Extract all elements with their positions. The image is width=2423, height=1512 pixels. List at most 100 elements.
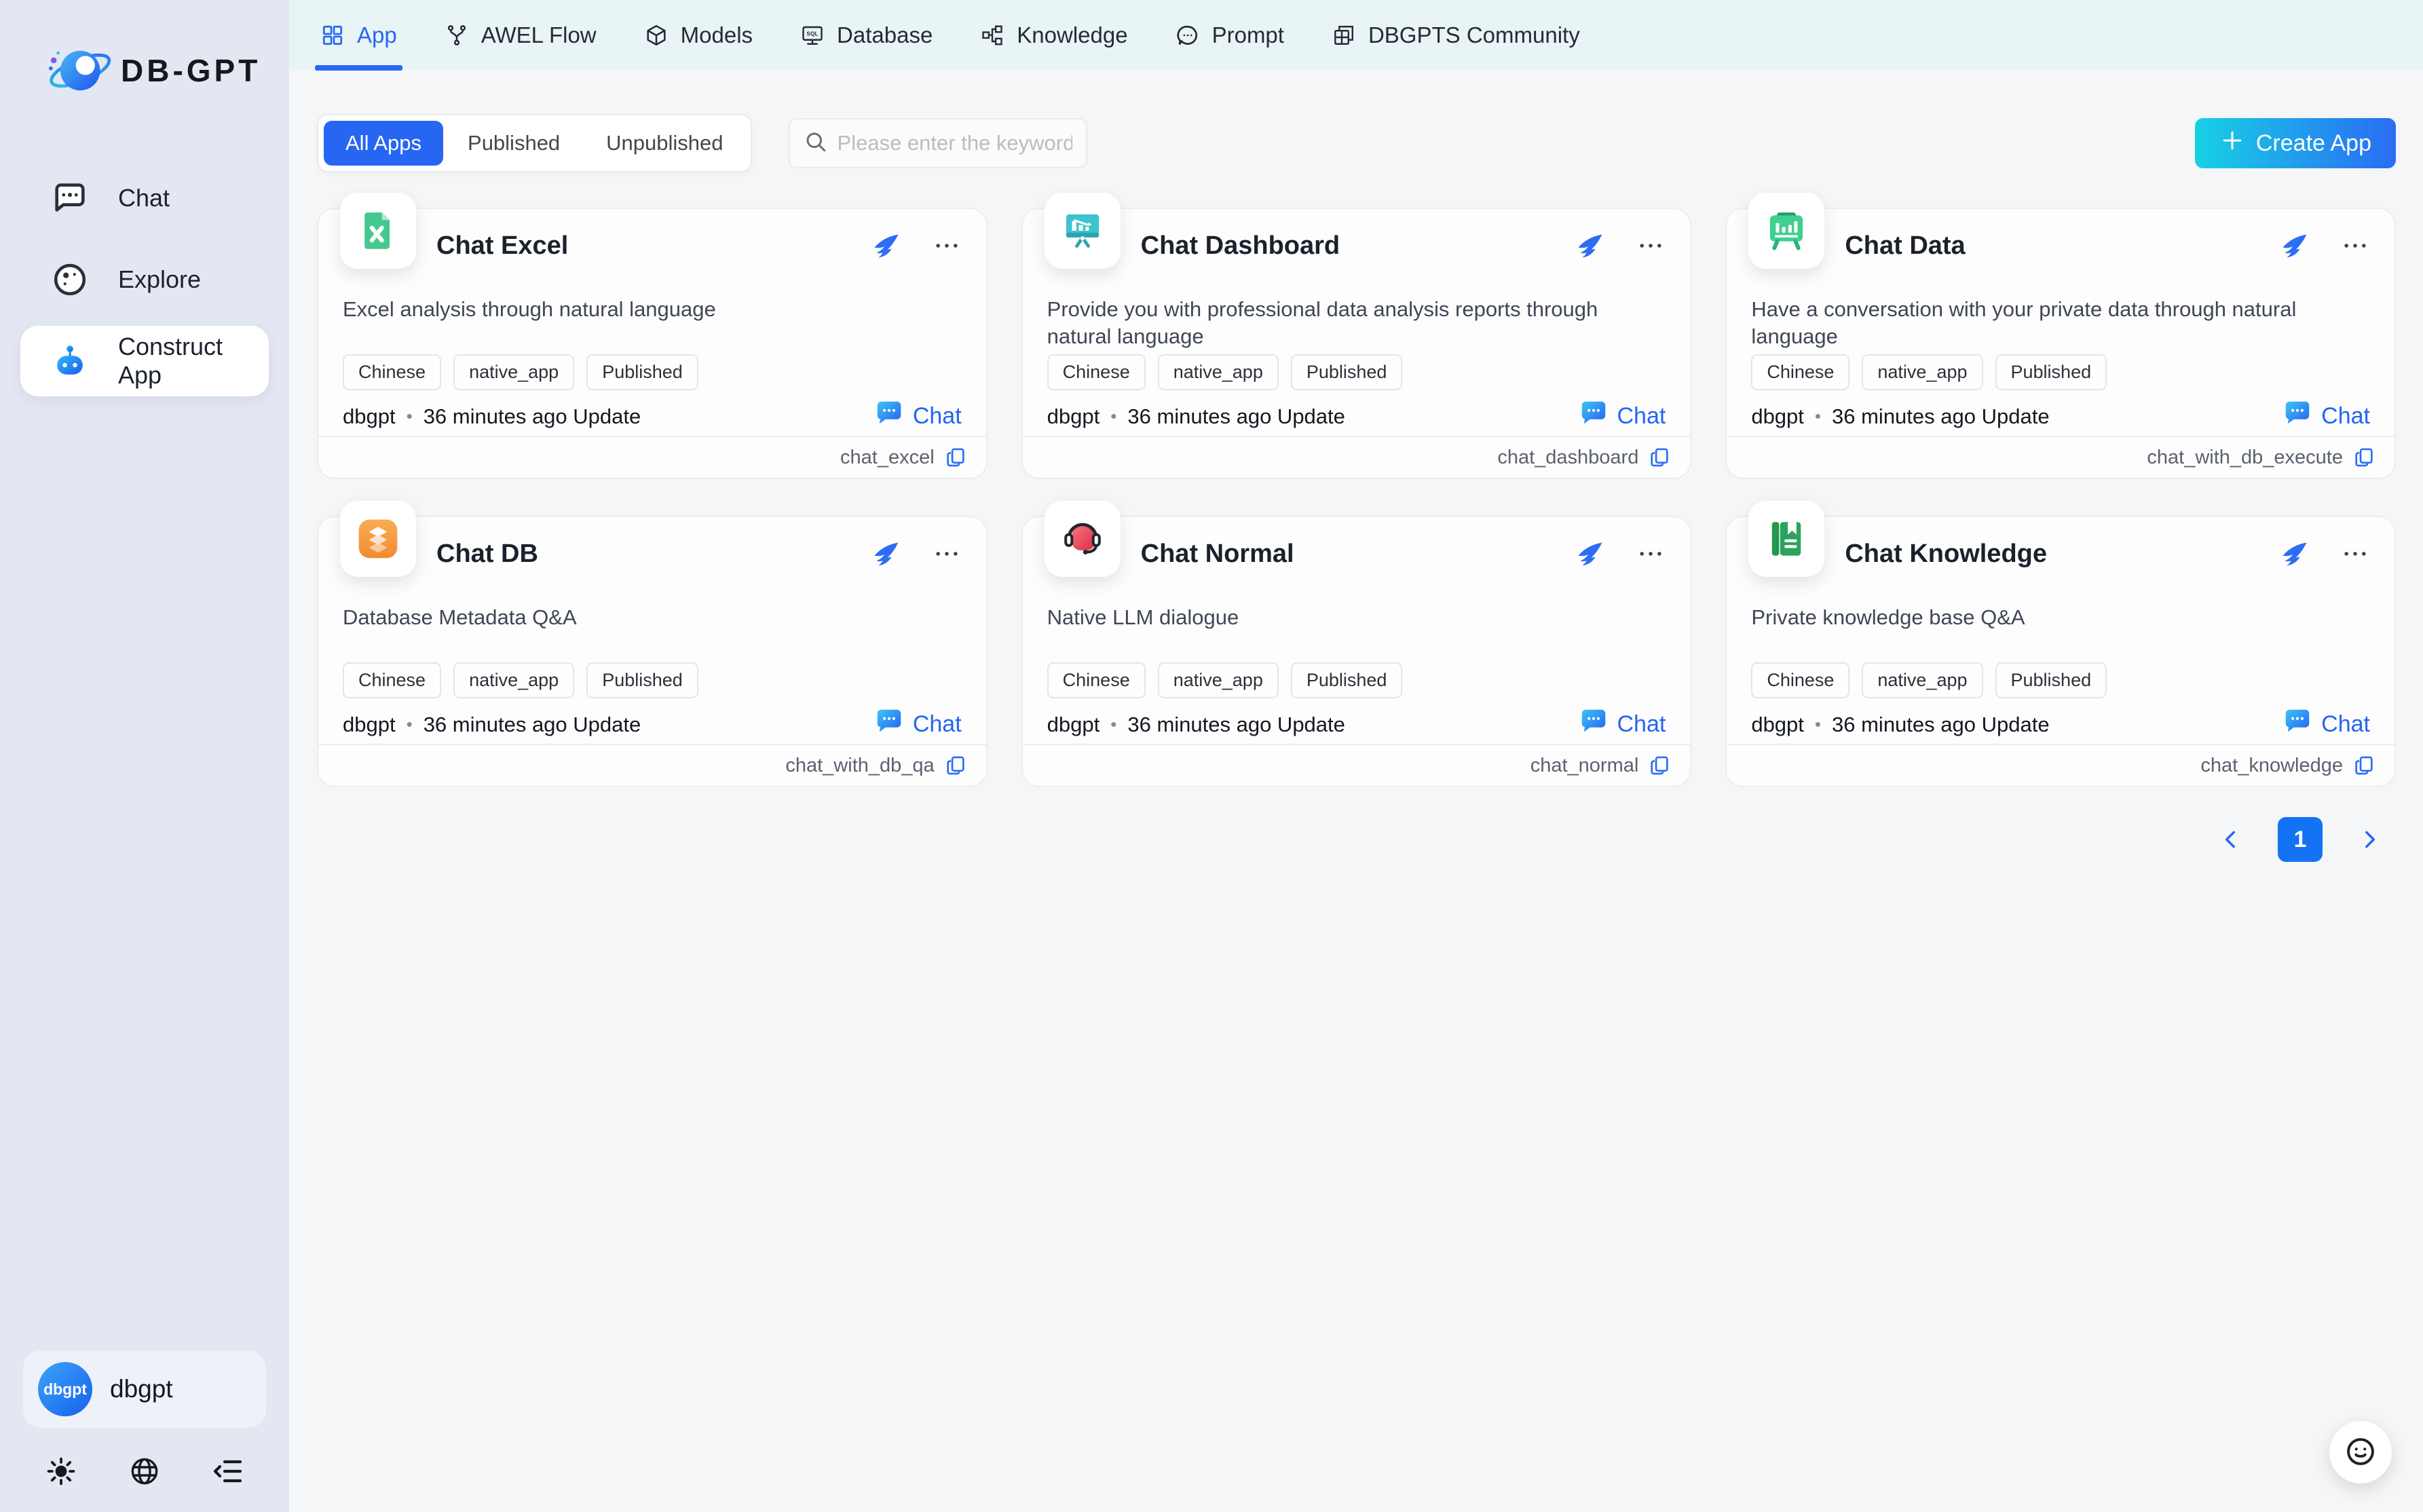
dot-separator: • [407,406,413,427]
card-header: Chat Knowledge [1845,539,2370,569]
grid-icon [320,23,345,48]
card-description: Database Metadata Q&A [343,604,962,631]
copy-slug-button[interactable] [1648,754,1671,777]
tab-knowledge[interactable]: Knowledge [980,0,1127,71]
collapse-sidebar-button[interactable] [212,1455,244,1488]
share-dingtalk-button[interactable] [871,231,901,261]
excel-file-icon [355,208,401,254]
card-tags: Chinesenative_appPublished [1047,354,1403,390]
card-footer: dbgpt•36 minutes ago UpdateChat [343,398,962,435]
ellipsis-icon [1636,539,1666,569]
copy-slug-button[interactable] [944,446,967,469]
robot-icon [50,341,90,381]
more-options-button[interactable] [1636,539,1666,569]
chat-button[interactable]: Chat [1578,706,1666,743]
more-options-button[interactable] [932,231,962,261]
user-chip[interactable]: dbgpt dbgpt [23,1350,266,1428]
share-dingtalk-button[interactable] [1575,539,1604,569]
app-logo[interactable]: DB-GPT [43,35,289,106]
chat-button[interactable]: Chat [2282,706,2370,743]
card-title: Chat Knowledge [1845,540,2047,569]
app-card-chat-data: Chat DataHave a conversation with your p… [1725,208,2396,479]
feedback-fab[interactable] [2329,1421,2392,1483]
card-footer: dbgpt•36 minutes ago UpdateChat [1751,706,2370,743]
chat-gradient-icon [1578,706,1609,743]
dot-separator: • [1110,406,1116,427]
share-dingtalk-button[interactable] [2279,231,2309,261]
chat-button[interactable]: Chat [1578,398,1666,435]
compass-icon [50,260,90,299]
tab-models[interactable]: Models [644,0,753,71]
ellipsis-icon [1636,231,1666,261]
sidebar: DB-GPT Chat Explore Construct App dbgpt db… [0,0,289,1512]
more-options-button[interactable] [2340,231,2370,261]
sidebar-item-chat[interactable]: Chat [20,163,269,233]
tab-label: AWEL Flow [481,22,597,48]
chat-gradient-icon [2282,706,2313,743]
share-dingtalk-button[interactable] [871,539,901,569]
copy-icon [944,446,967,469]
pagination: 1 [317,817,2396,862]
copy-slug-button[interactable] [2352,446,2375,469]
tab-label: Database [837,22,933,48]
tag-pill: Published [1291,354,1403,390]
filter-all-apps[interactable]: All Apps [324,121,443,166]
card-actions [2279,539,2370,569]
tag-pill: Published [1995,662,2107,698]
more-options-button[interactable] [2340,539,2370,569]
app-card-chat-knowledge: Chat KnowledgePrivate knowledge base Q&A… [1725,516,2396,787]
tag-pill: Chinese [1047,662,1146,698]
share-dingtalk-button[interactable] [2279,539,2309,569]
filter-published[interactable]: Published [446,121,582,166]
create-app-label: Create App [2256,130,2371,157]
card-title: Chat Data [1845,231,1965,261]
create-app-button[interactable]: Create App [2195,118,2396,168]
tag-pill: Chinese [343,662,441,698]
page-1-button[interactable]: 1 [2278,817,2323,862]
share-dingtalk-button[interactable] [1575,231,1604,261]
card-updated: 36 minutes ago Update [1127,404,1345,429]
tab-app[interactable]: App [320,0,397,71]
theme-toggle-button[interactable] [45,1455,77,1488]
copy-slug-button[interactable] [2352,754,2375,777]
tab-label: Knowledge [1017,22,1127,48]
tab-dbgpts-community[interactable]: DBGPTS Community [1332,0,1580,71]
more-options-button[interactable] [1636,231,1666,261]
tab-prompt[interactable]: Prompt [1176,0,1284,71]
search-box[interactable] [789,118,1087,168]
search-icon [804,130,828,157]
sidebar-item-explore[interactable]: Explore [20,244,269,315]
card-actions [2279,231,2370,261]
prev-page-button[interactable] [2219,828,2242,851]
copy-slug-button[interactable] [944,754,967,777]
next-page-button[interactable] [2358,828,2381,851]
tag-pill: native_app [1862,354,1983,390]
more-options-button[interactable] [932,539,962,569]
card-title: Chat Excel [436,231,568,261]
sidebar-footer [0,1451,289,1512]
app-card-grid: Chat ExcelExcel analysis through natural… [317,208,2396,787]
language-button[interactable] [128,1455,161,1488]
tag-pill: Published [1291,662,1403,698]
ellipsis-icon [2340,231,2370,261]
search-input[interactable] [838,131,1072,155]
tab-database[interactable]: SQLDatabase [800,0,933,71]
app-icon-box [340,501,416,577]
card-owner: dbgpt [343,404,396,429]
tab-label: Models [681,22,753,48]
sidebar-item-construct-app[interactable]: Construct App [20,326,269,396]
card-slug-bar: chat_normal [1023,744,1691,786]
card-slug-bar: chat_excel [318,436,986,478]
chat-button[interactable]: Chat [874,706,962,743]
app-card-chat-normal: Chat NormalNative LLM dialogueChinesenat… [1021,516,1692,787]
copy-slug-button[interactable] [1648,446,1671,469]
filter-unpublished[interactable]: Unpublished [584,121,745,166]
tab-awel-flow[interactable]: AWEL Flow [445,0,597,71]
card-footer: dbgpt•36 minutes ago UpdateChat [343,706,962,743]
slug-label: chat_with_db_qa [785,755,934,777]
chat-button[interactable]: Chat [874,398,962,435]
card-slug-bar: chat_knowledge [1727,744,2394,786]
dingtalk-icon [871,231,901,261]
chat-button[interactable]: Chat [2282,398,2370,435]
copy-icon [2352,754,2375,777]
